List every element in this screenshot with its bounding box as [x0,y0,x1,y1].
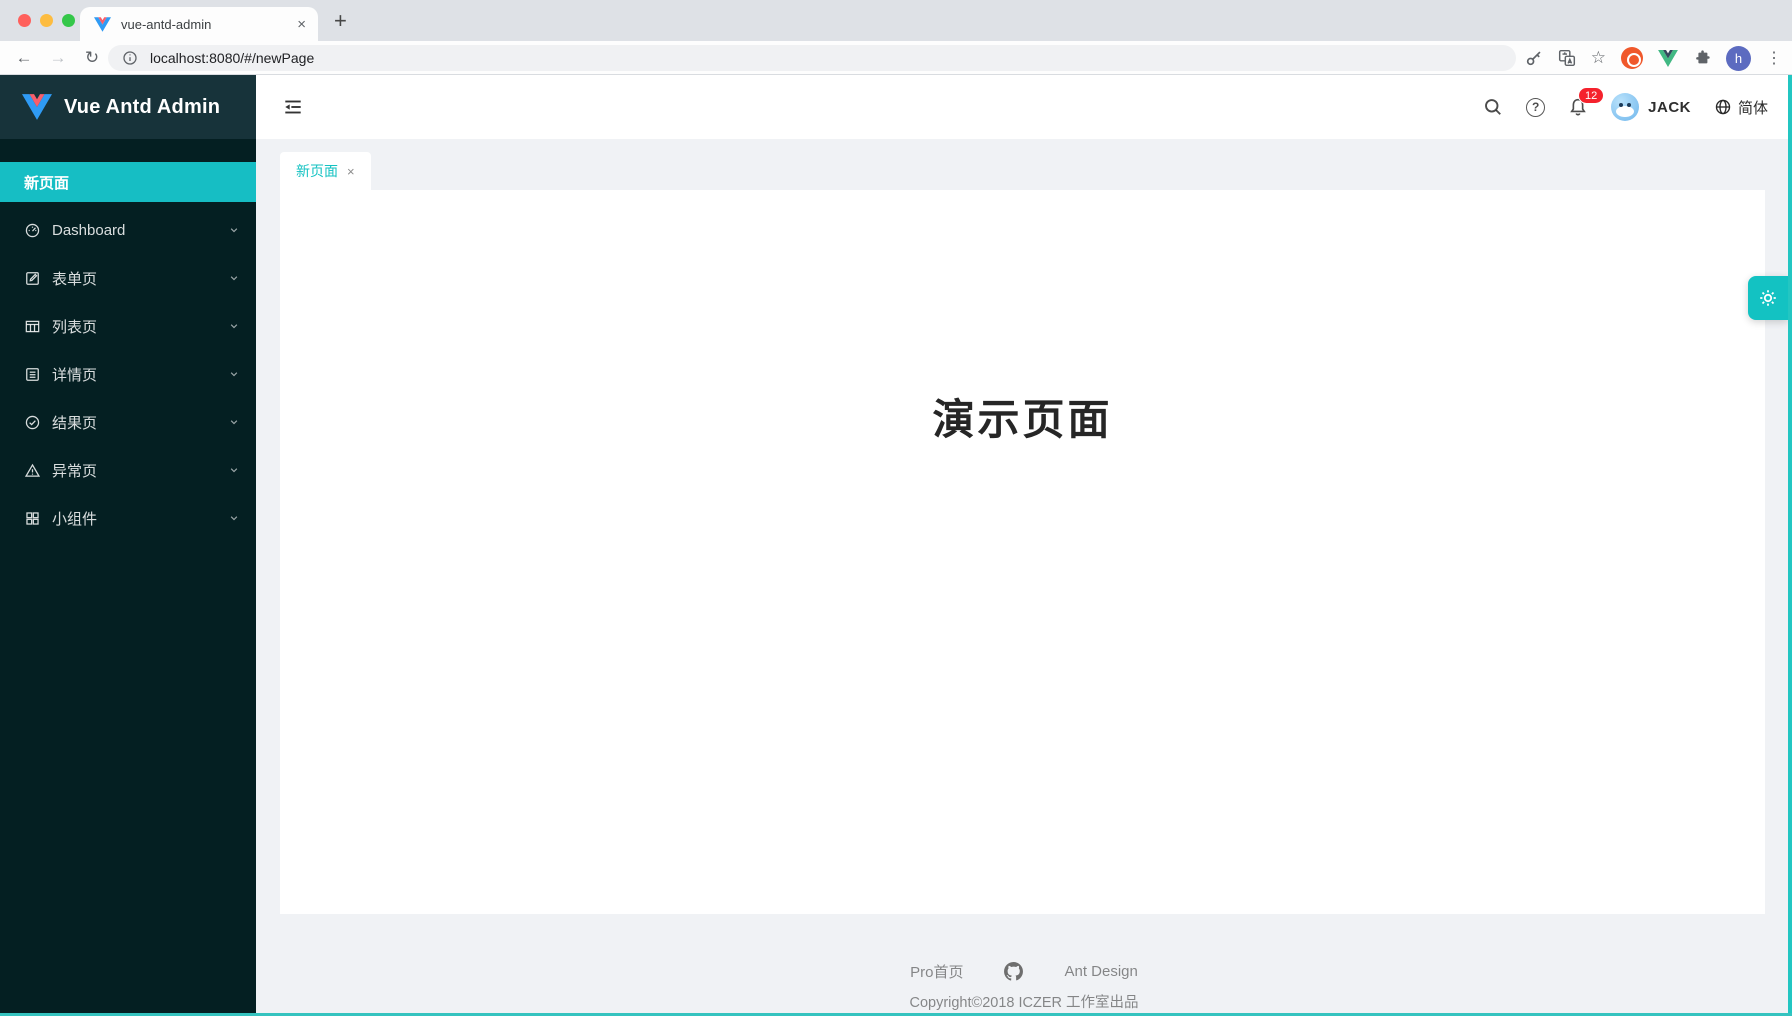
vue-favicon-icon [94,17,111,32]
sidebar-menu: 新页面 Dashboard 表单页列表页详情页结果页异常页小组件 [0,139,256,538]
warning-icon [24,462,41,479]
sidebar-item-result[interactable]: 结果页 [0,402,256,442]
chevron-down-icon [228,464,240,476]
help-icon[interactable]: ? [1526,98,1545,117]
vue-logo-icon [22,94,52,120]
sidebar-item-label: 结果页 [52,412,97,433]
user-menu[interactable]: JACK [1611,93,1691,121]
chevron-down-icon [228,224,240,236]
content-panel: 演示页面 [280,190,1765,914]
extension-icon-vue[interactable] [1658,50,1678,67]
sidebar: Vue Antd Admin 新页面 Dashboard 表单页列表页详情页结果页异… [0,75,256,1016]
site-info-icon[interactable] [122,50,138,66]
address-bar[interactable]: localhost:8080/#/newPage [108,45,1516,71]
github-icon[interactable] [1003,961,1024,982]
footer-links: Pro首页 Ant Design [910,961,1138,982]
chevron-down-icon [228,512,240,524]
password-key-icon[interactable] [1525,49,1543,67]
sidebar-item-label: 详情页 [52,364,97,385]
footer-link-pro-home[interactable]: Pro首页 [910,961,963,982]
language-label: 简体 [1738,97,1768,118]
sidebar-item-label: Dashboard [52,222,125,239]
tab-close-icon[interactable]: × [297,17,306,32]
sidebar-item-label: 列表页 [52,316,97,337]
notification-badge: 12 [1578,87,1604,104]
extensions-puzzle-icon[interactable] [1693,49,1711,67]
forward-icon[interactable]: → [44,44,72,72]
copyright: Copyright©2018 ICZER 工作室出品 [909,991,1138,1012]
browser-tab-title: vue-antd-admin [121,17,297,32]
notification-bell[interactable]: 12 [1568,97,1588,117]
sidebar-item-new-page[interactable]: 新页面 [0,162,256,202]
sidebar-item-form[interactable]: 表单页 [0,258,256,298]
page-tab-active[interactable]: 新页面 × [280,152,371,190]
search-icon[interactable] [1483,97,1503,117]
username: JACK [1648,99,1691,116]
url-text[interactable]: localhost:8080/#/newPage [150,50,314,66]
chevron-down-icon [228,416,240,428]
sidebar-item-list[interactable]: 列表页 [0,306,256,346]
language-selector[interactable]: 简体 [1714,97,1768,118]
browser-toolbar: ← → ↻ localhost:8080/#/newPage [0,41,1792,75]
sidebar-item-detail[interactable]: 详情页 [0,354,256,394]
traffic-lights [18,14,75,27]
settings-drawer-button[interactable] [1748,276,1788,320]
form-icon [24,270,41,287]
browser-tab[interactable]: vue-antd-admin × [80,7,318,41]
new-tab-button[interactable]: + [334,8,347,34]
sidebar-item-label: 异常页 [52,460,97,481]
page-tab-label: 新页面 [296,161,338,181]
page-tabbar: 新页面 × [256,139,1792,190]
browser-window: vue-antd-admin × + ← → ↻ localhost:8080/… [0,0,1792,1016]
chevron-down-icon [228,320,240,332]
sidebar-item-label: 小组件 [52,508,97,529]
appstore-icon [24,510,41,527]
app-title: Vue Antd Admin [64,96,220,119]
reload-icon[interactable]: ↻ [78,44,106,72]
page-tab-close-icon[interactable]: × [347,164,355,179]
theme-edge-right [1788,75,1792,1016]
gear-icon [1756,286,1780,310]
sidebar-item-dashboard[interactable]: Dashboard [0,210,256,250]
sidebar-item-widgets[interactable]: 小组件 [0,498,256,538]
sidebar-item-exception[interactable]: 异常页 [0,450,256,490]
zoom-window-button[interactable] [62,14,75,27]
footer: Pro首页 Ant Design Copyright©2018 ICZER 工作… [256,914,1792,1016]
translate-icon[interactable] [1558,49,1576,67]
dashboard-icon [24,222,41,239]
back-icon[interactable]: ← [10,44,38,72]
table-icon [24,318,41,335]
check-circle-icon [24,414,41,431]
app-root: Vue Antd Admin 新页面 Dashboard 表单页列表页详情页结果页异… [0,75,1792,1016]
globe-icon [1714,98,1732,116]
app-logo[interactable]: Vue Antd Admin [0,75,256,139]
sidebar-item-label: 新页面 [24,172,69,193]
browser-menu-icon[interactable]: ⋮ [1766,48,1782,68]
bookmark-star-icon[interactable]: ☆ [1591,48,1606,68]
chevron-down-icon [228,368,240,380]
browser-tabstrip: vue-antd-admin × + [0,0,1792,41]
close-window-button[interactable] [18,14,31,27]
page-title: 演示页面 [932,386,1112,446]
chevron-down-icon [228,272,240,284]
profile-icon [24,366,41,383]
app-header: ? 12 JACK [256,75,1792,139]
user-avatar [1611,93,1639,121]
extension-icon-orange[interactable] [1621,47,1643,69]
minimize-window-button[interactable] [40,14,53,27]
footer-link-ant-design[interactable]: Ant Design [1064,963,1137,980]
browser-profile-avatar[interactable]: h [1726,46,1751,71]
toolbar-actions: ☆ h ⋮ [1525,41,1782,75]
header-actions: ? 12 JACK [1483,75,1768,139]
main-area: ? 12 JACK [256,75,1792,1016]
sidebar-item-label: 表单页 [52,268,97,289]
menu-fold-icon[interactable] [282,96,304,118]
